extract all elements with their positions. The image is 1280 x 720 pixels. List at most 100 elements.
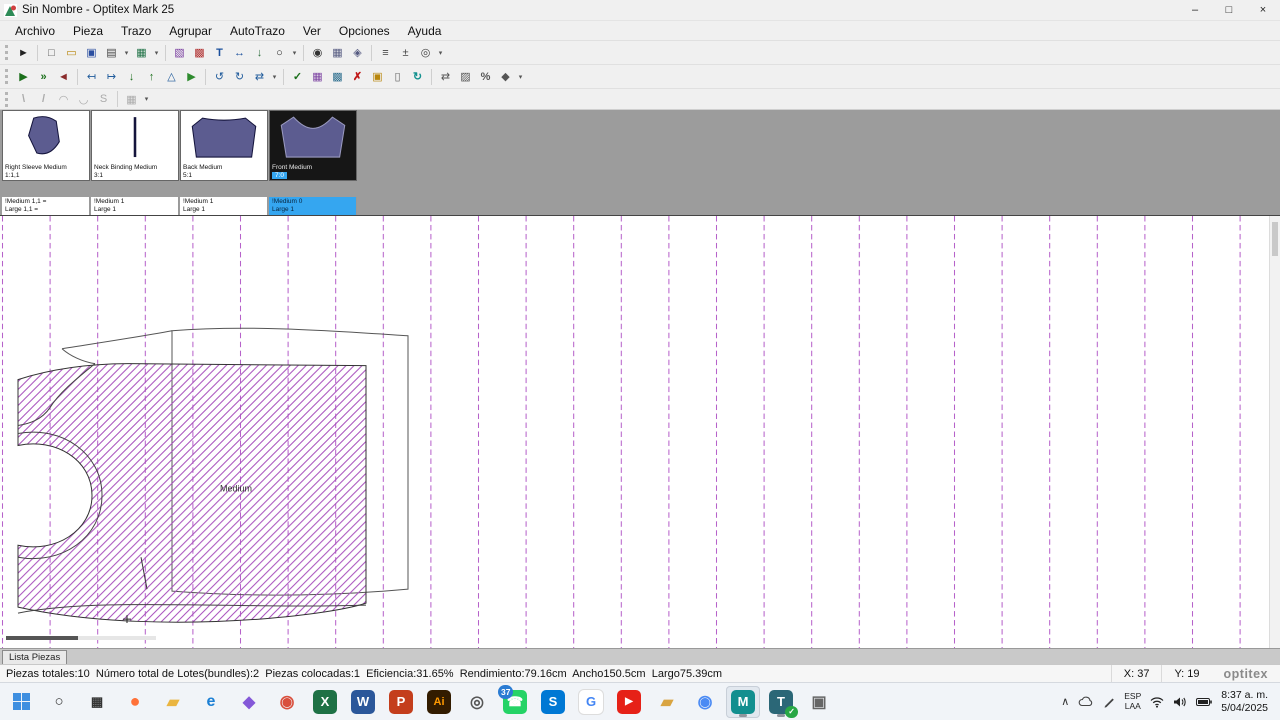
icon-pin-tool[interactable]: ↓ bbox=[250, 43, 269, 62]
taskbar-edge[interactable]: e bbox=[194, 686, 228, 718]
toolbar-grip[interactable] bbox=[5, 69, 8, 84]
vertical-scrollbar[interactable] bbox=[1269, 216, 1280, 648]
vertical-scrollbar-thumb[interactable] bbox=[1272, 222, 1278, 256]
toolbar-grip[interactable] bbox=[5, 45, 8, 60]
icon-pieces-report[interactable]: ▩ bbox=[190, 43, 209, 62]
tab-lista-piezas[interactable]: Lista Piezas bbox=[2, 650, 68, 664]
menu-item-trazo[interactable]: Trazo bbox=[112, 22, 160, 40]
icon-flip-horizontal[interactable]: ⇄ bbox=[250, 67, 269, 86]
volume-icon[interactable] bbox=[1173, 696, 1187, 708]
icon-curve-tool[interactable]: ◡ bbox=[74, 90, 93, 109]
size-cell-front-selected[interactable]: !Medium 0 Large 1 bbox=[269, 197, 357, 215]
taskbar-chrome-work[interactable]: ◉ bbox=[688, 686, 722, 718]
clock[interactable]: 8:37 a. m. 5/04/2025 bbox=[1221, 689, 1268, 714]
toolbar-grip[interactable] bbox=[5, 91, 8, 107]
icon-open-marker[interactable]: ▭ bbox=[62, 43, 81, 62]
icon-slide-left[interactable]: ↤ bbox=[82, 67, 101, 86]
icon-fabric-matching[interactable]: ▨ bbox=[456, 67, 475, 86]
icon-line-tool[interactable]: \ bbox=[14, 90, 33, 109]
icon-slide-up[interactable]: ↑ bbox=[142, 67, 161, 86]
icon-slide-right[interactable]: ↦ bbox=[102, 67, 121, 86]
icon-units-tool[interactable]: ± bbox=[396, 43, 415, 62]
icon-flip-vertical[interactable]: △ bbox=[162, 67, 181, 86]
dropdown-caret-button[interactable]: ▾ bbox=[122, 49, 131, 57]
taskbar-search[interactable]: ○ bbox=[42, 686, 76, 718]
taskbar-media-app[interactable]: ◆ bbox=[232, 686, 266, 718]
icon-print-marker[interactable]: ▤ bbox=[102, 43, 121, 62]
taskbar-file-explorer[interactable]: ▰ bbox=[156, 686, 190, 718]
icon-grid-toggle[interactable]: ▦ bbox=[328, 43, 347, 62]
icon-spline-tool[interactable]: S bbox=[94, 90, 113, 109]
dropdown-caret-button[interactable]: ▾ bbox=[290, 49, 299, 57]
icon-find-piece[interactable]: ◉ bbox=[308, 43, 327, 62]
dropdown-caret-button[interactable]: ▾ bbox=[516, 73, 525, 81]
taskbar-teamviewer[interactable]: T ✓ bbox=[764, 686, 798, 718]
icon-refresh-marker[interactable]: ↻ bbox=[408, 67, 427, 86]
size-cell-right-sleeve[interactable]: !Medium 1,1 = Large 1,1 = bbox=[2, 197, 90, 215]
dropdown-caret-button[interactable]: ▾ bbox=[152, 49, 161, 57]
icon-measure-tool[interactable]: ↔ bbox=[230, 43, 249, 62]
menu-item-archivo[interactable]: Archivo bbox=[6, 22, 64, 40]
icon-overlap-check[interactable]: ✓ bbox=[288, 67, 307, 86]
maximize-button[interactable]: □ bbox=[1212, 0, 1246, 20]
icon-marker-settings[interactable]: ◎ bbox=[416, 43, 435, 62]
icon-rotate-ccw[interactable]: ↺ bbox=[210, 67, 229, 86]
hidden-icons-chevron[interactable]: ∧ bbox=[1061, 695, 1069, 708]
icon-ruler-toggle[interactable]: ≡ bbox=[376, 43, 395, 62]
battery-icon[interactable] bbox=[1196, 697, 1213, 707]
taskbar-excel[interactable]: X bbox=[308, 686, 342, 718]
taskbar-photos-app[interactable]: ▣ bbox=[802, 686, 836, 718]
menu-item-autotrazo[interactable]: AutoTrazo bbox=[221, 22, 294, 40]
piece-card-back[interactable]: Back Medium 5:1 bbox=[180, 110, 268, 181]
icon-rotate-cw[interactable]: ↻ bbox=[230, 67, 249, 86]
menu-item-ver[interactable]: Ver bbox=[294, 22, 330, 40]
icon-delete-piece[interactable]: ✗ bbox=[348, 67, 367, 86]
size-cell-back[interactable]: !Medium 1 Large 1 bbox=[180, 197, 268, 215]
icon-efficiency-tool[interactable]: % bbox=[476, 67, 495, 86]
icon-verify-marker[interactable]: ▣ bbox=[368, 67, 387, 86]
icon-place-piece[interactable]: ▶ bbox=[14, 67, 33, 86]
icon-snap-toggle[interactable]: ◈ bbox=[348, 43, 367, 62]
icon-place-next[interactable]: ▶ bbox=[182, 67, 201, 86]
icon-swap-pieces[interactable]: ⇄ bbox=[436, 67, 455, 86]
taskbar-phone-link[interactable]: ◎ bbox=[460, 686, 494, 718]
icon-marker-options[interactable]: ◆ bbox=[496, 67, 515, 86]
menu-item-opciones[interactable]: Opciones bbox=[330, 22, 399, 40]
pen-icon[interactable] bbox=[1103, 696, 1115, 708]
taskbar-illustrator[interactable]: Ai bbox=[422, 686, 456, 718]
menu-item-pieza[interactable]: Pieza bbox=[64, 22, 112, 40]
icon-text-tool[interactable]: T bbox=[210, 43, 229, 62]
taskbar-youtube[interactable]: ▶ bbox=[612, 686, 646, 718]
close-button[interactable]: × bbox=[1246, 0, 1280, 20]
taskbar-whatsapp[interactable]: ☎ 37 bbox=[498, 684, 532, 718]
taskbar-optitex-mark[interactable]: M bbox=[726, 685, 760, 718]
taskbar-word[interactable]: W bbox=[346, 686, 380, 718]
icon-save-marker[interactable]: ▣ bbox=[82, 43, 101, 62]
horizontal-scrollbar-thumb[interactable] bbox=[6, 636, 78, 640]
taskbar-start-button[interactable] bbox=[4, 686, 38, 718]
icon-export-excel[interactable]: ▦ bbox=[132, 43, 151, 62]
menu-item-agrupar[interactable]: Agrupar bbox=[160, 22, 221, 40]
icon-trace-grid[interactable]: ▦ bbox=[122, 90, 141, 109]
taskbar-folder-app[interactable]: ▰ bbox=[650, 686, 684, 718]
taskbar-powerpoint[interactable]: P bbox=[384, 686, 418, 718]
taskbar-skype[interactable]: S bbox=[536, 686, 570, 718]
icon-bundle-table[interactable]: ▦ bbox=[308, 67, 327, 86]
icon-lot-table[interactable]: ▩ bbox=[328, 67, 347, 86]
taskbar-chrome[interactable]: ◉ bbox=[270, 686, 304, 718]
icon-marker-properties[interactable]: ▧ bbox=[170, 43, 189, 62]
piece-card-right-sleeve[interactable]: Right Sleeve Medium 1:1,1 bbox=[2, 110, 90, 181]
dropdown-caret-button[interactable]: ▾ bbox=[142, 95, 151, 103]
size-cell-neck-binding[interactable]: !Medium 1 Large 1 bbox=[91, 197, 179, 215]
onedrive-cloud-icon[interactable] bbox=[1078, 696, 1094, 707]
piece-card-neck-binding[interactable]: Neck Binding Medium 3:1 bbox=[91, 110, 179, 181]
horizontal-scrollbar[interactable] bbox=[6, 636, 156, 640]
icon-new-marker[interactable]: □ bbox=[42, 43, 61, 62]
icon-select-pointer[interactable]: ► bbox=[14, 43, 33, 62]
dropdown-caret-button[interactable]: ▾ bbox=[270, 73, 279, 81]
icon-slide-down[interactable]: ↓ bbox=[122, 67, 141, 86]
icon-place-all[interactable]: » bbox=[34, 67, 53, 86]
language-indicator[interactable]: ESP LAA bbox=[1124, 691, 1141, 712]
taskbar-google-app[interactable]: G bbox=[574, 686, 608, 718]
wifi-icon[interactable] bbox=[1150, 696, 1164, 708]
